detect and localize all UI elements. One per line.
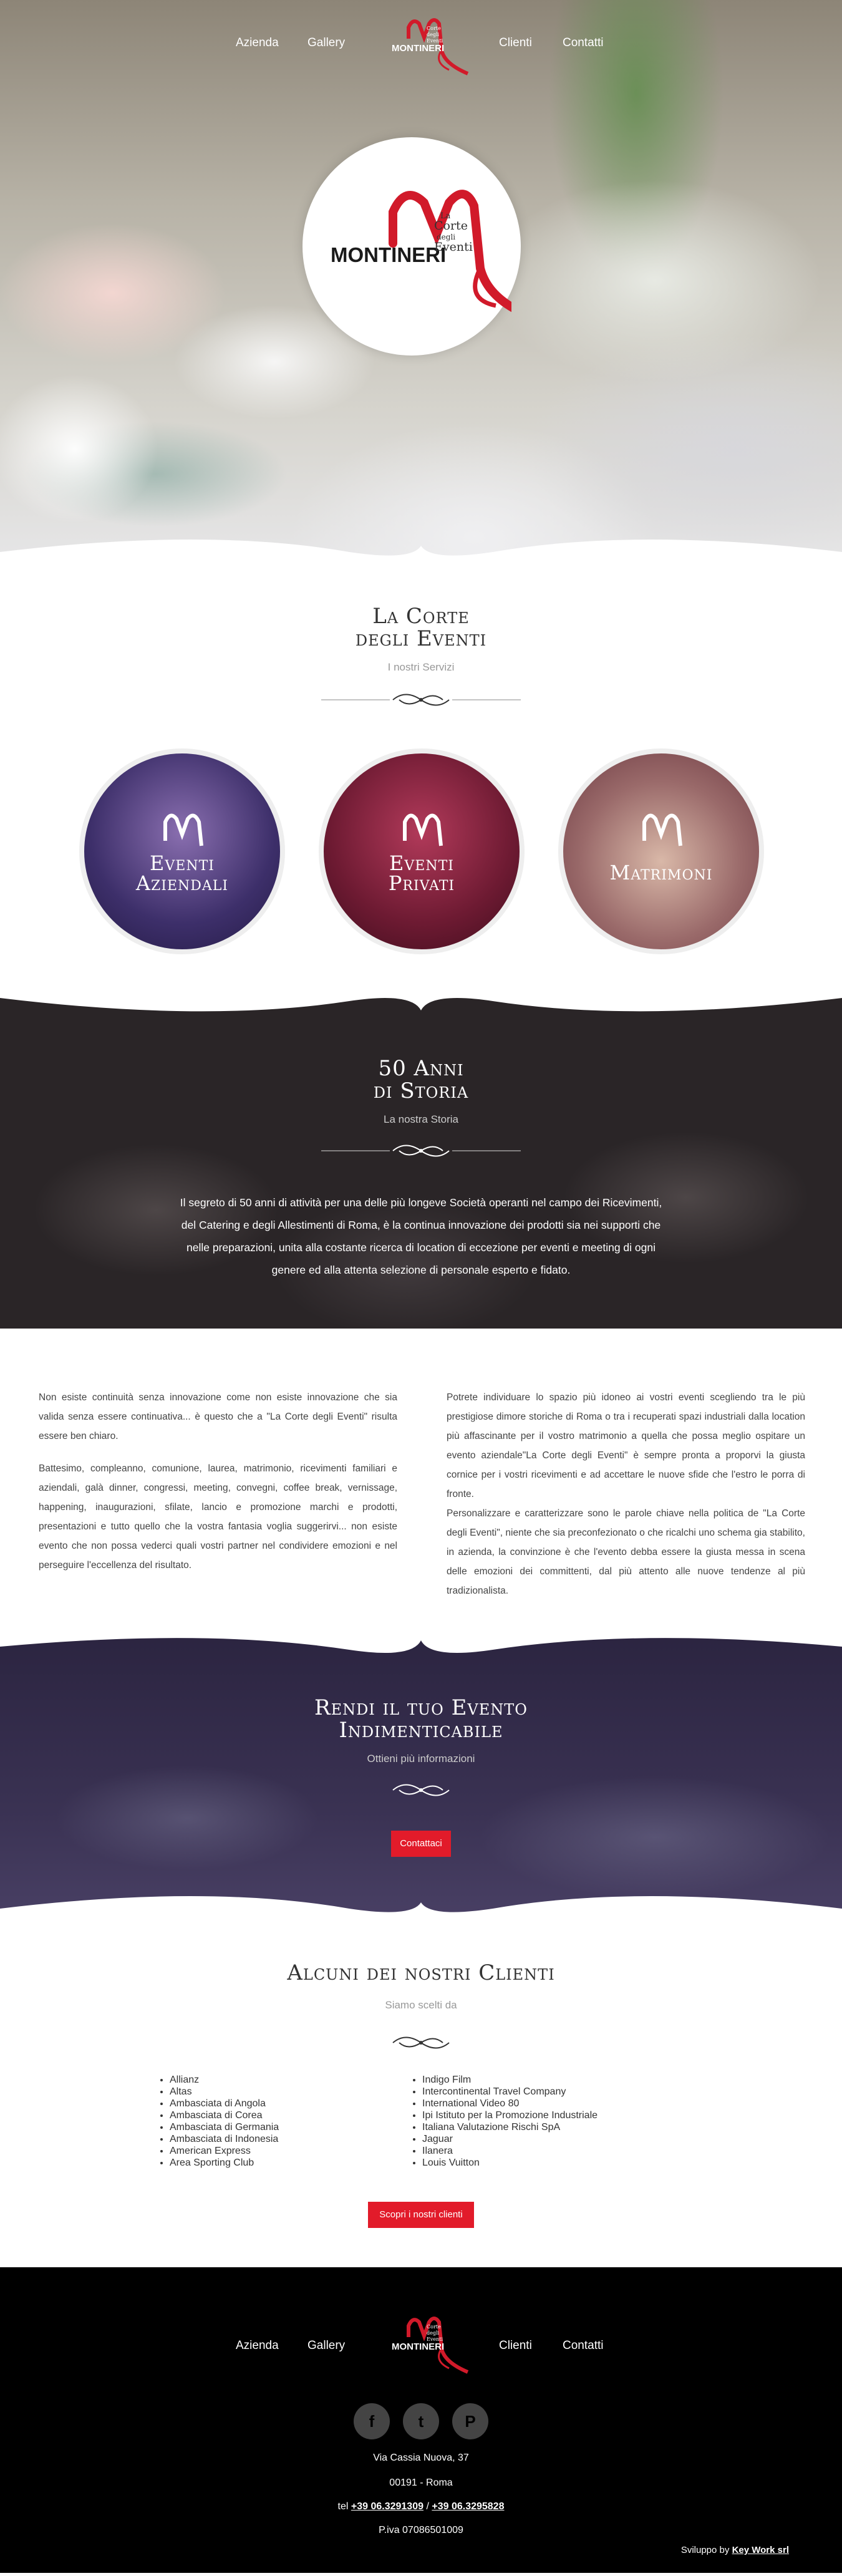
client-item: Ambasciata di Angola [170, 2098, 279, 2109]
footer-link-clienti[interactable]: Clienti [499, 2339, 532, 2353]
nav-link-azienda[interactable]: Azienda [236, 36, 279, 50]
footer-address: Via Cassia Nuova, 37 [373, 2453, 469, 2463]
cta-top-wave [0, 1631, 842, 1653]
ornament-divider-icon [321, 1145, 521, 1157]
storia-section: 50 Anni di Storia La nostra Storia Il se… [0, 992, 842, 1329]
nav-link-contatti[interactable]: Contatti [563, 36, 603, 50]
client-item: Italiana Valutazione Rischi SpA [422, 2121, 598, 2133]
svg-text:Eventi: Eventi [427, 2336, 443, 2342]
nav-logo[interactable]: MONTINERI Corte degli Eventi [374, 12, 474, 78]
client-item: Ambasciata di Corea [170, 2109, 279, 2121]
nav-link-clienti[interactable]: Clienti [499, 36, 532, 50]
client-item: Area Sporting Club [170, 2157, 279, 2169]
scopri-clienti-button[interactable]: Scopri i nostri clienti [368, 2202, 474, 2228]
hero-section: Azienda Gallery MONTINERI Corte degli Ev… [0, 0, 842, 577]
cta-section: Rendi il tuo Evento Indimenticabile Otti… [0, 1631, 842, 1930]
info-paragraph: Personalizzare e caratterizzare sono le … [447, 1508, 805, 1596]
servizi-title: La Corte degli Eventi [355, 604, 487, 651]
svg-text:Corte: Corte [434, 219, 468, 233]
info-section: Non esiste continuità senza innovazione … [0, 1329, 842, 1631]
clienti-list-left: Allianz Altas Ambasciata di Angola Ambas… [170, 2074, 279, 2169]
footer-link-azienda[interactable]: Azienda [236, 2339, 279, 2353]
client-item: Jaguar [422, 2133, 598, 2145]
client-item: International Video 80 [422, 2098, 598, 2109]
developer-link[interactable]: Key Work srl [732, 2545, 789, 2555]
client-item: Ilanera [422, 2145, 598, 2157]
cta-bottom-wave [0, 1896, 842, 1930]
phone-link-1[interactable]: +39 06.3291309 [351, 2501, 423, 2512]
info-paragraph: Non esiste continuità senza innovazione … [39, 1392, 397, 1441]
clienti-title: Alcuni dei nostri Clienti [287, 1960, 555, 1985]
footer-link-contatti[interactable]: Contatti [563, 2339, 603, 2353]
cta-subtitle: Ottieni più informazioni [367, 1753, 475, 1765]
nav-link-gallery[interactable]: Gallery [307, 36, 345, 50]
hero-wave-divider [0, 540, 842, 577]
svg-text:degli: degli [427, 32, 440, 37]
ornament-divider-icon [392, 2036, 450, 2049]
client-item: Indigo Film [422, 2074, 598, 2086]
info-left-column: Non esiste continuità senza innovazione … [39, 1388, 397, 1588]
montineri-logo-icon: MONTINERI Corte degli Eventi [392, 18, 469, 75]
contattaci-button[interactable]: Contattaci [391, 1831, 451, 1857]
client-item: Intercontinental Travel Company [422, 2086, 598, 2098]
service-label: Eventi Privati [388, 851, 455, 895]
clienti-section: Alcuni dei nostri Clienti Siamo scelti d… [0, 1930, 842, 2267]
svg-text:MONTINERI: MONTINERI [392, 2341, 444, 2352]
svg-text:MONTINERI: MONTINERI [331, 243, 446, 266]
svg-text:Corte: Corte [427, 2324, 441, 2330]
montineri-large-logo: MONTINERI La Corte degli Eventi [331, 190, 511, 312]
m-logo-icon [403, 813, 443, 846]
storia-subtitle: La nostra Storia [383, 1113, 458, 1125]
storia-title: 50 Anni di Storia [373, 1056, 469, 1103]
client-item: Ambasciata di Germania [170, 2121, 279, 2133]
footer-city: 00191 - Roma [389, 2477, 453, 2488]
footer-piva: P.iva 07086501009 [379, 2525, 463, 2535]
phone-link-2[interactable]: +39 06.3295828 [432, 2501, 504, 2512]
svg-text:degli: degli [427, 2330, 440, 2336]
service-label: Matrimoni [609, 861, 713, 884]
svg-text:Corte: Corte [427, 26, 441, 31]
servizi-section: La Corte degli Eventi I nostri Servizi E… [0, 577, 842, 992]
twitter-icon[interactable]: t [403, 2403, 439, 2439]
info-right-column: Potrete individuare lo spazio più idoneo… [447, 1388, 805, 1614]
m-logo-icon [642, 813, 682, 846]
storia-top-wave [0, 992, 842, 1012]
cta-title: Rendi il tuo Evento Indimenticabile [314, 1695, 528, 1743]
info-paragraph: Battesimo, compleanno, comunione, laurea… [39, 1463, 397, 1571]
client-item: Altas [170, 2086, 279, 2098]
footer-link-gallery[interactable]: Gallery [307, 2339, 345, 2353]
ornament-divider-icon [392, 1784, 450, 1796]
footer-phones: tel +39 06.3291309 / +39 06.3295828 [337, 2501, 505, 2512]
svg-text:MONTINERI: MONTINERI [392, 43, 444, 54]
svg-text:Eventi: Eventi [427, 38, 443, 44]
m-logo-icon [163, 813, 203, 846]
service-label: Eventi Aziendali [135, 851, 229, 895]
montineri-logo-icon: MONTINERI Corte degli Eventi [392, 2317, 469, 2374]
footer: Azienda Gallery MONTINERI Corte degli Ev… [0, 2267, 842, 2573]
ornament-divider-icon [321, 694, 521, 706]
storia-paragraph: Il segreto di 50 anni di attività per un… [180, 1196, 662, 1276]
clienti-subtitle: Siamo scelti da [385, 1999, 457, 2011]
hero-logo-circle: MONTINERI La Corte degli Eventi [302, 137, 521, 356]
service-eventi-aziendali[interactable]: Eventi Aziendali [79, 748, 285, 954]
main-nav: Azienda Gallery MONTINERI Corte degli Ev… [0, 0, 842, 87]
developer-credit: Sviluppo by Key Work srl [680, 2545, 789, 2555]
clienti-list-right: Indigo Film Intercontinental Travel Comp… [422, 2074, 598, 2169]
pinterest-icon[interactable]: P [452, 2403, 488, 2439]
servizi-subtitle: I nostri Servizi [387, 661, 455, 673]
svg-text:Eventi: Eventi [434, 240, 473, 254]
client-item: Allianz [170, 2074, 279, 2086]
client-item: Louis Vuitton [422, 2157, 598, 2169]
service-eventi-privati[interactable]: Eventi Privati [319, 748, 525, 954]
info-paragraph: Potrete individuare lo spazio più idoneo… [447, 1392, 805, 1499]
service-matrimoni[interactable]: Matrimoni [558, 748, 764, 954]
client-item: Ipi Istituto per la Promozione Industria… [422, 2109, 598, 2121]
facebook-icon[interactable]: f [354, 2403, 390, 2439]
client-item: Ambasciata di Indonesia [170, 2133, 279, 2145]
footer-logo[interactable]: MONTINERI Corte degli Eventi [374, 2311, 474, 2376]
client-item: American Express [170, 2145, 279, 2157]
